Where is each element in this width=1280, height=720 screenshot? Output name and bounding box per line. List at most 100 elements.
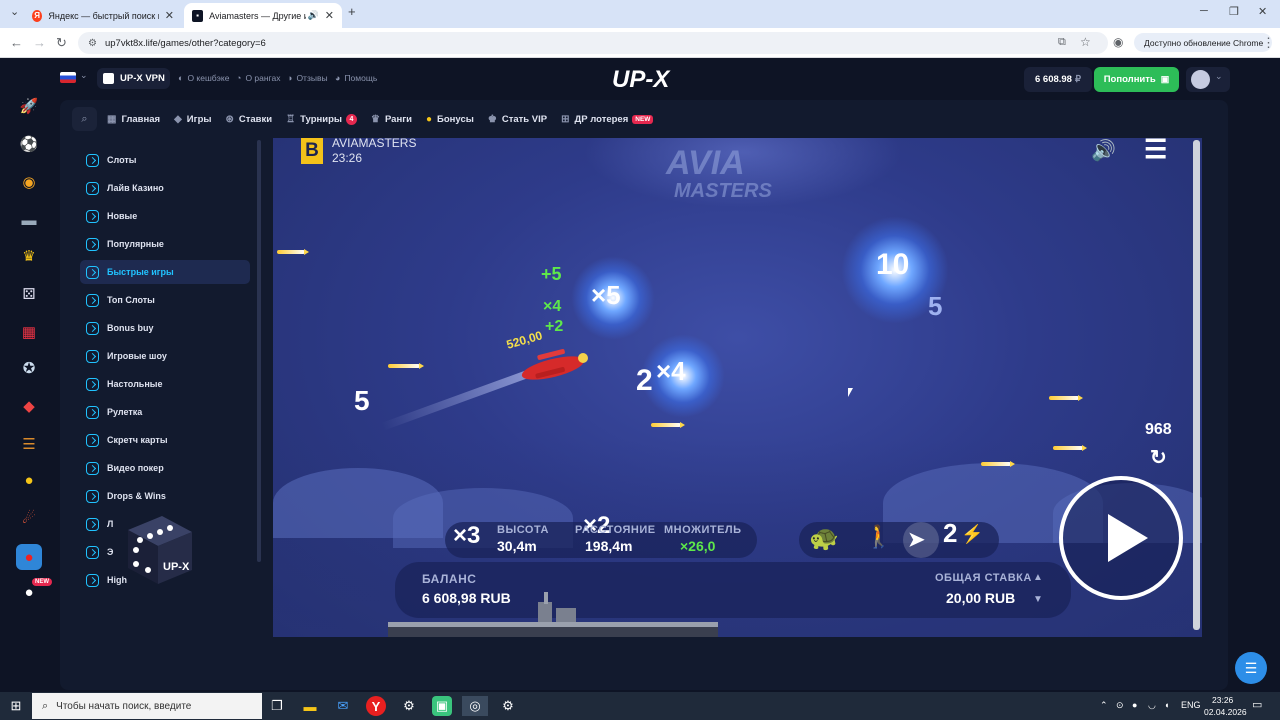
- link-cashback[interactable]: ◐ О кешбэке: [178, 73, 229, 83]
- new-tab-button[interactable]: +: [348, 4, 356, 19]
- reload-icon[interactable]: ↻: [56, 35, 67, 51]
- category-live-casino[interactable]: Лайв Казино: [80, 176, 250, 200]
- windows-start-icon[interactable]: ⊞: [6, 696, 26, 716]
- category-bonus-buy[interactable]: Bonus buy: [80, 316, 250, 340]
- ladder-icon[interactable]: ☰: [19, 434, 39, 454]
- nav-home[interactable]: ▦ Главная: [107, 114, 160, 125]
- url-field[interactable]: ⚙ up7vkt8x.life/games/other?category=6: [78, 32, 1108, 54]
- link-ranks[interactable]: ◔ О рангах: [236, 73, 280, 83]
- game-scrollbar[interactable]: [1193, 140, 1200, 630]
- tray-chevron-icon[interactable]: ⌃: [1100, 700, 1108, 711]
- ticket-icon[interactable]: ◆: [19, 396, 39, 416]
- topup-button[interactable]: Пополнить ▣: [1094, 67, 1179, 92]
- soccer-icon[interactable]: ⚽: [19, 134, 39, 154]
- outlook-icon[interactable]: ✉: [333, 696, 353, 716]
- profile-icon[interactable]: ◉: [1113, 35, 1123, 49]
- taskbar-search-input[interactable]: ⌕ Чтобы начать поиск, введите: [32, 693, 262, 719]
- nav-vip[interactable]: ♚ Стать VIP: [488, 114, 547, 125]
- token-icon[interactable]: ●: [19, 470, 39, 490]
- link-help[interactable]: ◕ Помощь: [335, 73, 377, 83]
- category-game-shows[interactable]: Игровые шоу: [80, 344, 250, 368]
- replay-icon[interactable]: ↻: [1150, 445, 1167, 470]
- speaker-icon[interactable]: 🔊: [308, 10, 319, 21]
- category-table[interactable]: Настольные: [80, 372, 250, 396]
- sound-icon[interactable]: 🔊: [1091, 138, 1116, 163]
- install-app-icon[interactable]: ⧉: [1058, 36, 1066, 49]
- steam-icon[interactable]: ⚙: [399, 696, 419, 716]
- link-reviews[interactable]: ◑ Отзывы: [287, 73, 328, 83]
- tab-yandex[interactable]: Я Яндекс — быстрый поиск в ин ✕: [24, 3, 182, 28]
- bet-decrease-icon[interactable]: ▼: [1033, 594, 1043, 605]
- app-icon[interactable]: ▣: [432, 696, 452, 716]
- russia-flag-icon[interactable]: [60, 72, 76, 83]
- meteor-icon[interactable]: ☄: [19, 508, 39, 528]
- nav-ranks[interactable]: ♛ Ранги: [371, 114, 412, 125]
- site-logo[interactable]: UP-X: [612, 66, 669, 94]
- tray-mic-icon[interactable]: ●: [1132, 700, 1137, 710]
- vpn-button[interactable]: UP-X VPN: [97, 68, 170, 89]
- file-explorer-icon[interactable]: ▬: [300, 696, 320, 716]
- back-icon[interactable]: ←: [10, 35, 23, 50]
- close-window-icon[interactable]: ✕: [1258, 5, 1267, 18]
- restore-icon[interactable]: ❐: [1229, 5, 1239, 18]
- turbo-speed-badge[interactable]: 2: [943, 518, 957, 549]
- menu-kebab-icon[interactable]: ⋮: [1262, 35, 1275, 51]
- site-info-icon[interactable]: ⚙: [88, 38, 97, 49]
- nav-games[interactable]: ◆ Игры: [174, 114, 211, 125]
- chat-button[interactable]: ☰: [1235, 652, 1267, 684]
- close-icon[interactable]: ✕: [325, 9, 334, 22]
- nav-tournaments[interactable]: ♖ Турниры 4: [286, 113, 357, 125]
- category-drops-wins[interactable]: Drops & Wins: [80, 484, 250, 508]
- forward-icon[interactable]: →: [33, 35, 46, 50]
- tray-network-icon[interactable]: ⊙: [1116, 700, 1124, 711]
- arrow-right-icon: [86, 377, 99, 391]
- header-balance[interactable]: 6 608.98 ₽: [1024, 67, 1092, 92]
- category-top-slots[interactable]: Топ Слоты: [80, 288, 250, 312]
- category-new[interactable]: Новые: [80, 204, 250, 228]
- chest-icon[interactable]: ▬: [19, 210, 39, 230]
- category-popular[interactable]: Популярные: [80, 232, 250, 256]
- nav-bonuses[interactable]: ● Бонусы: [426, 114, 474, 125]
- taskbar-date[interactable]: 02.04.2026: [1204, 707, 1247, 717]
- category-scrollbar[interactable]: [257, 140, 261, 562]
- tray-wifi-icon[interactable]: ◡: [1148, 700, 1156, 711]
- play-button[interactable]: [1059, 476, 1183, 600]
- nav-bets[interactable]: ⊛ Ставки: [226, 114, 273, 125]
- category-scratch[interactable]: Скретч карты: [80, 428, 250, 452]
- dice-icon[interactable]: ⚄: [19, 284, 39, 304]
- rocket-icon[interactable]: 🚀: [19, 96, 39, 116]
- cherry-icon[interactable]: ●: [16, 544, 42, 570]
- bet-increase-icon[interactable]: ▲: [1033, 572, 1043, 583]
- hamburger-menu-icon[interactable]: ☰: [1144, 138, 1167, 165]
- tab-search-icon[interactable]: ⌄: [10, 5, 19, 18]
- walk-speed-icon[interactable]: 🚶: [865, 524, 892, 550]
- settings-icon[interactable]: ⚙: [498, 696, 518, 716]
- poker-chip-icon[interactable]: ✪: [19, 358, 39, 378]
- nav-lottery[interactable]: ⊞ ДР лотерея NEW: [561, 114, 654, 125]
- dice-promo-widget[interactable]: UP-X: [118, 510, 196, 588]
- category-slots[interactable]: Слоты: [80, 148, 250, 172]
- turtle-speed-icon[interactable]: 🐢: [809, 524, 839, 553]
- minimize-icon[interactable]: ─: [1200, 5, 1208, 17]
- yandex-browser-icon[interactable]: Y: [366, 696, 386, 716]
- coin-icon[interactable]: ◉: [19, 172, 39, 192]
- calendar-icon[interactable]: ▦: [19, 322, 39, 342]
- close-icon[interactable]: ✕: [165, 9, 174, 22]
- search-icon[interactable]: ⌕: [72, 107, 97, 131]
- game-iframe[interactable]: B AVIAMASTERS 23:26 AVIA MASTERS 🔊 ☰ 10 …: [273, 138, 1202, 637]
- tray-volume-icon[interactable]: ◖: [1164, 700, 1169, 710]
- category-video-poker[interactable]: Видео покер: [80, 456, 250, 480]
- user-avatar-menu[interactable]: ⌄: [1186, 67, 1230, 92]
- category-roulette[interactable]: Рулетка: [80, 400, 250, 424]
- chrome-update-button[interactable]: Доступно обновление Chrome: [1134, 33, 1272, 52]
- chevron-down-icon[interactable]: ⌄: [80, 70, 88, 81]
- bookmark-star-icon[interactable]: ☆: [1080, 35, 1091, 49]
- language-indicator[interactable]: ENG: [1181, 700, 1201, 710]
- task-view-icon[interactable]: ❐: [267, 696, 287, 716]
- tab-aviamasters[interactable]: ▪ Aviamasters — Другие игр 🔊 ✕: [184, 3, 342, 28]
- taskbar-time[interactable]: 23:26: [1212, 695, 1233, 705]
- notifications-icon[interactable]: ▭: [1252, 698, 1262, 711]
- chrome-icon[interactable]: ◎: [462, 696, 488, 716]
- crown-icon[interactable]: ♛: [19, 246, 39, 266]
- category-fast-games[interactable]: Быстрые игры: [80, 260, 250, 284]
